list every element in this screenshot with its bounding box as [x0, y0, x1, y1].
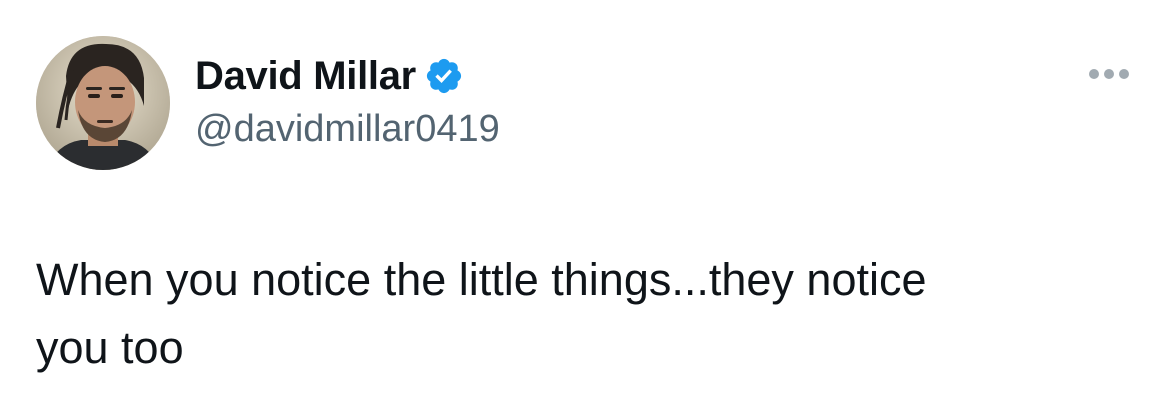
- verified-badge-icon[interactable]: [424, 56, 464, 96]
- tweet-card: David Millar @davidmillar0419 When you n…: [0, 0, 1170, 402]
- author-display-name[interactable]: David Millar: [195, 54, 416, 99]
- author-name-row: David Millar: [195, 48, 464, 104]
- avatar[interactable]: [36, 36, 170, 170]
- author-handle[interactable]: @davidmillar0419: [195, 108, 500, 151]
- avatar-image: [36, 36, 170, 170]
- more-horizontal-icon[interactable]: [1084, 62, 1134, 86]
- tweet-text: When you notice the little things...they…: [36, 254, 927, 373]
